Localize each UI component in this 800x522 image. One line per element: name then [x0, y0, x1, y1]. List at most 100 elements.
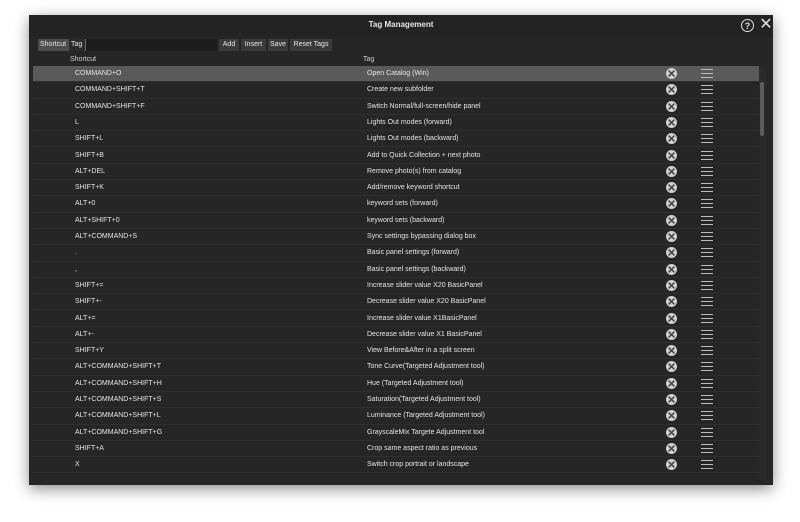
delete-circle-x-icon[interactable] — [666, 345, 677, 357]
shortcut-cell[interactable]: ALT+DEL — [75, 168, 105, 175]
shortcut-cell[interactable]: SHIFT+B — [75, 152, 104, 159]
drag-handle-icon[interactable] — [701, 248, 713, 258]
drag-handle-icon[interactable] — [701, 264, 713, 275]
shortcut-cell[interactable]: SHIFT+K — [75, 184, 104, 191]
delete-circle-x-icon[interactable] — [666, 214, 677, 226]
tag-cell[interactable]: Increase slider value X20 BasicPanel — [367, 282, 483, 289]
shortcut-cell[interactable]: COMMAND+SHIFT+F — [75, 103, 145, 110]
delete-circle-x-icon[interactable] — [666, 198, 677, 210]
delete-circle-x-icon[interactable] — [666, 296, 677, 308]
drag-handle-icon[interactable] — [701, 280, 713, 291]
shortcut-cell[interactable]: . — [75, 249, 77, 256]
table-row[interactable]: SHIFT+K Add/remove keyword shortcut — [33, 180, 759, 197]
drag-handle-icon[interactable] — [701, 69, 713, 79]
delete-circle-x-icon[interactable] — [666, 100, 677, 112]
shortcut-cell[interactable]: SHIFT+- — [75, 298, 102, 305]
shortcut-cell[interactable]: ALT+- — [75, 331, 94, 338]
table-row[interactable]: SHIFT+- Decrease slider value X20 BasicPa… — [33, 294, 759, 311]
tag-cell[interactable]: Add/remove keyword shortcut — [367, 184, 460, 191]
tab-tag[interactable]: Tag — [69, 39, 85, 51]
shortcut-cell[interactable]: , — [75, 266, 77, 273]
table-row[interactable]: SHIFT+B Add to Quick Collection + next ph… — [33, 148, 759, 164]
table-row[interactable]: COMMAND+SHIFT+F Switch Normal/full-screen… — [33, 99, 759, 115]
column-header-tag[interactable]: Tag — [363, 56, 374, 63]
table-row[interactable]: SHIFT+Y View Before&After in a split scre… — [33, 343, 759, 360]
table-row[interactable]: ALT+COMMAND+SHIFT+G GrayscaleMix Targete … — [33, 425, 759, 441]
delete-circle-x-icon[interactable] — [666, 279, 677, 291]
drag-handle-icon[interactable] — [701, 215, 713, 226]
tag-cell[interactable]: Lights Out modes (forward) — [367, 119, 452, 126]
tag-cell[interactable]: Crop same aspect ratio as previous — [367, 445, 477, 452]
drag-handle-icon[interactable] — [701, 313, 713, 324]
insert-button[interactable]: Insert — [241, 39, 266, 51]
table-row[interactable]: COMMAND+SHIFT+T Create new subfolder — [33, 82, 759, 99]
table-row[interactable]: COMMAND+O Open Catalog (Win) — [33, 66, 759, 83]
shortcut-cell[interactable]: ALT+= — [75, 315, 96, 322]
table-row[interactable]: ALT+SHIFT+0 keyword sets (backward) — [33, 213, 759, 229]
tag-cell[interactable]: Switch Normal/full-screen/hide panel — [367, 103, 481, 110]
tag-cell[interactable]: Decrease slider value X20 BasicPanel — [367, 298, 486, 305]
delete-circle-x-icon[interactable] — [666, 426, 677, 438]
delete-circle-x-icon[interactable] — [666, 377, 677, 389]
table-row[interactable]: SHIFT+= Increase slider value X20 BasicPa… — [33, 278, 759, 295]
delete-circle-x-icon[interactable] — [666, 410, 677, 422]
tag-cell[interactable]: Create new subfolder — [367, 86, 434, 93]
delete-circle-x-icon[interactable] — [666, 165, 677, 177]
tag-cell[interactable]: keyword sets (forward) — [367, 200, 438, 207]
drag-handle-icon[interactable] — [701, 443, 713, 454]
table-row[interactable]: ALT+COMMAND+SHIFT+H Hue (Targeted Adjustm… — [33, 376, 759, 392]
table-row[interactable]: L Lights Out modes (forward) — [33, 115, 759, 132]
drag-handle-icon[interactable] — [701, 362, 713, 372]
drag-handle-icon[interactable] — [701, 117, 713, 128]
shortcut-cell[interactable]: X — [75, 461, 80, 468]
shortcut-cell[interactable]: ALT+COMMAND+SHIFT+H — [75, 380, 162, 387]
tag-cell[interactable]: Decrease slider value X1 BasicPanel — [367, 331, 482, 338]
drag-handle-icon[interactable] — [701, 460, 713, 470]
filter-input[interactable] — [85, 39, 217, 51]
tag-cell[interactable]: Increase slider value X1BasicPanel — [367, 315, 477, 322]
shortcut-cell[interactable]: COMMAND+SHIFT+T — [75, 86, 145, 93]
drag-handle-icon[interactable] — [701, 101, 713, 112]
delete-circle-x-icon[interactable] — [666, 84, 677, 96]
drag-handle-icon[interactable] — [701, 297, 713, 307]
tag-cell[interactable]: Hue (Targeted Adjustment tool) — [367, 380, 464, 387]
shortcut-cell[interactable]: ALT+COMMAND+S — [75, 233, 137, 240]
table-row[interactable]: ALT+COMMAND+SHIFT+L Luminance (Targeted A… — [33, 408, 759, 425]
table-row[interactable]: ALT+COMMAND+S Sync settings bypassing dia… — [33, 229, 759, 246]
shortcut-cell[interactable]: ALT+COMMAND+SHIFT+S — [75, 396, 161, 403]
delete-circle-x-icon[interactable] — [666, 263, 677, 275]
delete-circle-x-icon[interactable] — [666, 182, 677, 194]
drag-handle-icon[interactable] — [701, 232, 713, 242]
delete-circle-x-icon[interactable] — [666, 116, 677, 128]
table-row[interactable]: ALT+DEL Remove photo(s) from catalog — [33, 164, 759, 181]
column-header-shortcut[interactable]: Shortcut — [70, 56, 96, 63]
shortcut-cell[interactable]: ALT+0 — [75, 200, 95, 207]
tag-cell[interactable]: Switch crop portrait or landscape — [367, 461, 469, 468]
drag-handle-icon[interactable] — [701, 346, 713, 356]
vertical-scrollbar[interactable] — [759, 66, 766, 480]
shortcut-cell[interactable]: ALT+COMMAND+SHIFT+G — [75, 429, 162, 436]
shortcut-cell[interactable]: SHIFT+Y — [75, 347, 104, 354]
delete-circle-x-icon[interactable] — [666, 328, 677, 340]
delete-circle-x-icon[interactable] — [666, 459, 677, 471]
shortcut-cell[interactable]: ALT+COMMAND+SHIFT+L — [75, 412, 161, 419]
delete-circle-x-icon[interactable] — [666, 133, 677, 145]
shortcut-cell[interactable]: COMMAND+O — [75, 70, 121, 77]
drag-handle-icon[interactable] — [701, 85, 713, 95]
tag-cell[interactable]: Remove photo(s) from catalog — [367, 168, 461, 175]
drag-handle-icon[interactable] — [701, 378, 713, 389]
drag-handle-icon[interactable] — [701, 199, 713, 209]
tag-cell[interactable]: Basic panel settings (backward) — [367, 266, 466, 273]
tag-cell[interactable]: Sync settings bypassing dialog box — [367, 233, 476, 240]
shortcut-cell[interactable]: SHIFT+L — [75, 135, 103, 142]
save-button[interactable]: Save — [268, 39, 288, 51]
table-row[interactable]: ALT+0 keyword sets (forward) — [33, 196, 759, 213]
shortcut-cell[interactable]: SHIFT+= — [75, 282, 103, 289]
shortcut-cell[interactable]: ALT+SHIFT+0 — [75, 217, 120, 224]
drag-handle-icon[interactable] — [701, 427, 713, 438]
drag-handle-icon[interactable] — [701, 166, 713, 177]
table-row[interactable]: , Basic panel settings (backward) — [33, 262, 759, 278]
delete-circle-x-icon[interactable] — [666, 149, 677, 161]
tag-cell[interactable]: Saturation(Targeted Adjustment tool) — [367, 396, 481, 403]
tag-cell[interactable]: Add to Quick Collection + next photo — [367, 152, 480, 159]
